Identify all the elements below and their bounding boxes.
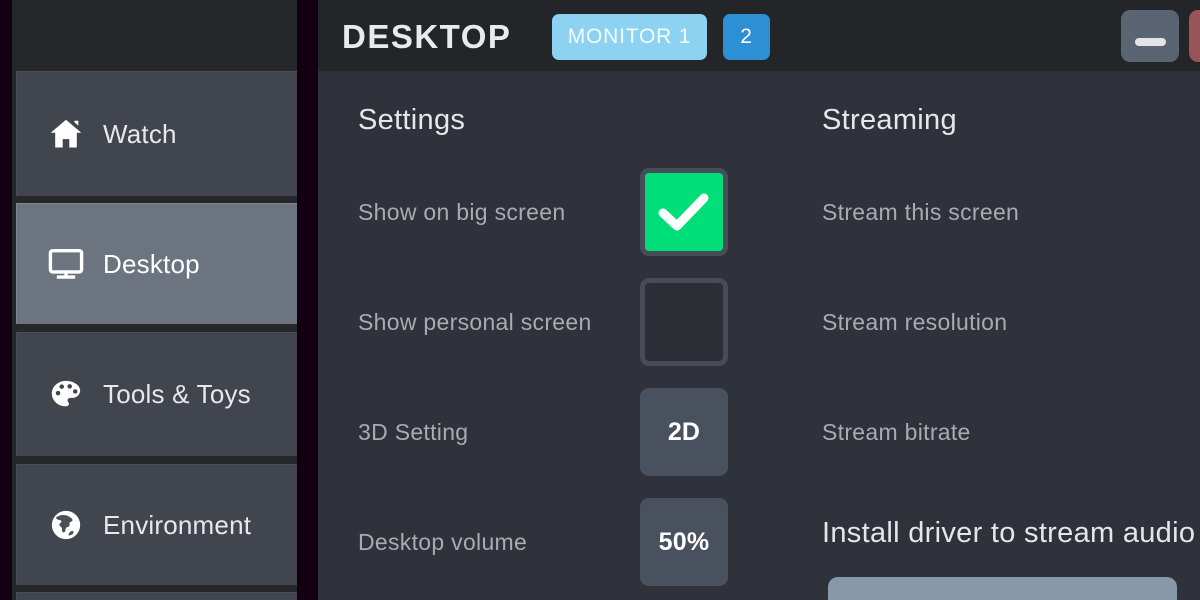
checkbox-show-on-big-screen[interactable] xyxy=(640,168,728,256)
monitor-icon xyxy=(45,243,87,285)
globe-icon xyxy=(45,504,87,546)
minimize-icon xyxy=(1134,38,1166,46)
checkbox-show-personal-screen[interactable] xyxy=(640,278,728,366)
row-label: Show on big screen xyxy=(358,198,566,225)
sidebar-item-watch[interactable]: Watch xyxy=(16,71,297,196)
sidebar-item-label: Environment xyxy=(103,509,252,540)
title-bar: DESKTOP MONITOR 1 2 xyxy=(318,0,1200,71)
app-window: Watch Desktop Tools & Toys Environment D… xyxy=(0,0,1200,600)
sidebar-item-label: Watch xyxy=(103,118,177,149)
page-title: DESKTOP xyxy=(342,18,512,55)
sidebar-item-label: Desktop xyxy=(103,248,200,279)
setting-row-show-personal-screen: Show personal screen xyxy=(318,267,738,377)
tab-monitor-2-label: 2 xyxy=(740,25,753,48)
main-panel: DESKTOP MONITOR 1 2 Settings Show on big… xyxy=(318,0,1200,600)
home-icon xyxy=(45,113,87,155)
install-driver-button[interactable] xyxy=(828,577,1177,600)
setting-row-show-on-big-screen: Show on big screen xyxy=(318,157,738,267)
window-left-edge xyxy=(0,0,12,600)
row-label: Stream this screen xyxy=(822,198,1020,225)
palette-icon xyxy=(45,374,87,416)
sidebar-divider xyxy=(297,0,318,600)
sidebar: Watch Desktop Tools & Toys Environment xyxy=(12,0,297,600)
value-desktop-volume[interactable]: 50% xyxy=(640,498,728,586)
row-label: Stream bitrate xyxy=(822,418,971,445)
setting-row-stream-resolution: Stream resolution 720p xyxy=(784,267,1200,377)
sidebar-item-desktop[interactable]: Desktop xyxy=(16,203,297,324)
setting-row-desktop-volume: Desktop volume 50% xyxy=(318,487,738,597)
sidebar-item-next[interactable] xyxy=(16,592,297,600)
install-driver-text: Install driver to stream audio xyxy=(822,517,1196,549)
sidebar-item-label: Tools & Toys xyxy=(103,379,251,409)
streaming-section-title: Streaming xyxy=(822,104,957,136)
close-button[interactable] xyxy=(1189,10,1200,62)
value-3d-setting[interactable]: 2D xyxy=(640,388,728,476)
minimize-button[interactable] xyxy=(1121,10,1179,62)
tab-monitor-1[interactable]: MONITOR 1 xyxy=(552,14,707,60)
row-label: Stream resolution xyxy=(822,308,1008,335)
setting-row-stream-bitrate: Stream bitrate 3mbps xyxy=(784,377,1200,487)
settings-section-title: Settings xyxy=(358,104,466,136)
setting-row-3d-setting: 3D Setting 2D xyxy=(318,377,738,487)
setting-row-stream-this-screen: Stream this screen xyxy=(784,157,1200,267)
sidebar-item-environment[interactable]: Environment xyxy=(16,464,297,585)
check-icon xyxy=(658,193,709,231)
tab-monitor-1-label: MONITOR 1 xyxy=(567,25,692,48)
row-label: Show personal screen xyxy=(358,308,592,335)
row-label: Desktop volume xyxy=(358,528,528,555)
sidebar-item-tools-and-toys[interactable]: Tools & Toys xyxy=(16,332,297,456)
row-label: 3D Setting xyxy=(358,418,469,445)
tab-monitor-2[interactable]: 2 xyxy=(723,14,770,60)
